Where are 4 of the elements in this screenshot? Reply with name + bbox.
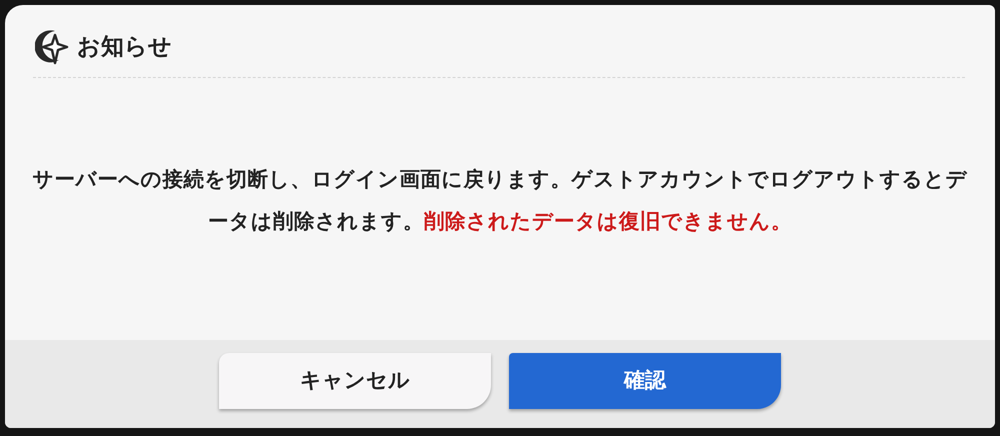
- cancel-button[interactable]: キャンセル: [219, 353, 491, 409]
- dialog-title: お知らせ: [77, 32, 172, 62]
- message-text: サーバーへの接続を切断し、ログイン画面に戻ります。ゲストアカウントでログアウトするとデータは削除されます。削除されたデータは復旧できません。: [32, 166, 968, 235]
- confirm-button[interactable]: 確認: [509, 353, 781, 409]
